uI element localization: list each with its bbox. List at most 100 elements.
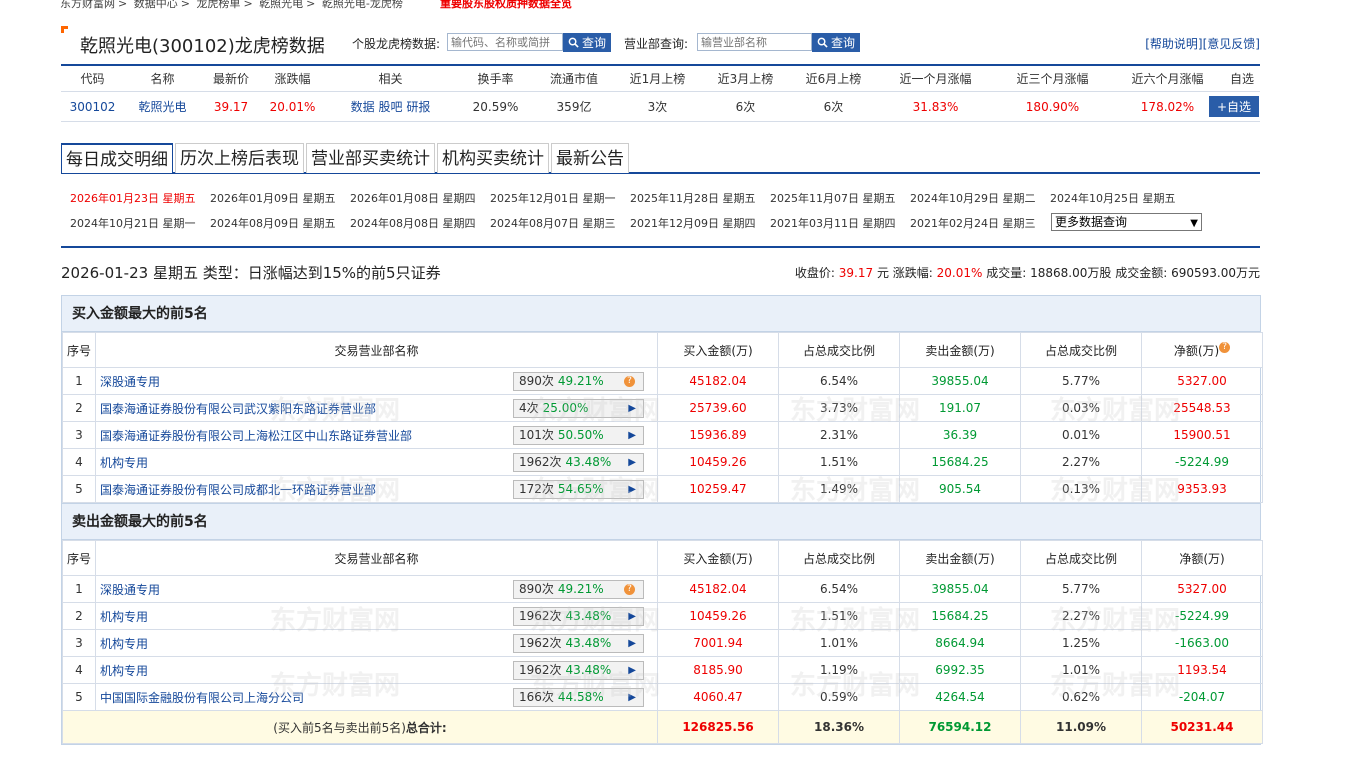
dept-search-label: 营业部查询: (624, 37, 689, 51)
row-index: 2 (62, 602, 96, 630)
date-link[interactable]: 2024年08月09日 星期五 (210, 215, 350, 231)
related-data-link[interactable]: 数据 (351, 100, 375, 114)
date-link[interactable]: 2026年01月08日 星期四 (350, 190, 490, 206)
date-link[interactable]: 2021年12月09日 星期四 (630, 215, 770, 231)
summary-header: 近1月上榜 (629, 72, 686, 86)
tab-dept-stats[interactable]: 营业部买卖统计 (306, 143, 435, 173)
date-link[interactable]: 2026年01月09日 星期五 (210, 190, 350, 206)
play-arrow-icon[interactable]: ▶ (628, 635, 636, 652)
add-watchlist-button[interactable]: +自选 (1208, 96, 1260, 117)
related-report-link[interactable]: 研报 (406, 100, 430, 114)
summary-header: 近6月上榜 (805, 72, 862, 86)
dept-name-link[interactable]: 机构专用 (100, 637, 148, 651)
date-link[interactable]: 2024年10月25日 星期五 (1050, 190, 1190, 206)
tab-announcements[interactable]: 最新公告 (551, 143, 629, 173)
sell-ratio: 5.77% (1020, 575, 1142, 603)
change-percent: 20.01% (269, 99, 316, 114)
col-header: 序号 (62, 540, 96, 576)
sell-ratio: 0.62% (1020, 683, 1142, 711)
row-index: 2 (62, 394, 96, 422)
close-label: 收盘价: (794, 266, 835, 280)
corner-mark (61, 26, 68, 33)
dept-cell: 国泰海通证券股份有限公司上海松江区中山东路证券营业部 101次 50.50% ▶ (95, 421, 658, 449)
dept-search-input[interactable] (697, 33, 812, 51)
date-link[interactable]: 2025年11月07日 星期五 (770, 190, 910, 206)
help-icon[interactable]: ? (1219, 341, 1231, 353)
dept-history-box[interactable]: 1962次 43.48% ▶ (513, 607, 644, 626)
dept-history-box[interactable]: 1962次 43.48% ▶ (513, 453, 644, 472)
date-link[interactable]: 2024年10月21日 星期一 (70, 215, 210, 231)
feedback-link[interactable]: [意见反馈] (1203, 37, 1260, 51)
col-header: 净额(万) (1141, 540, 1263, 576)
stock-search-button-label: 查询 (582, 36, 607, 50)
dept-search-button-label: 查询 (831, 36, 856, 50)
play-arrow-icon[interactable]: ▶ (628, 400, 636, 417)
dept-history-box[interactable]: 1962次 43.48% ▶ (513, 634, 644, 653)
play-arrow-icon[interactable]: ▶ (628, 481, 636, 498)
dept-history-box[interactable]: 166次 44.58% ▶ (513, 688, 644, 707)
stock-name-link[interactable]: 乾照光电 (124, 98, 201, 115)
dept-cell: 机构专用 1962次 43.48% ▶ (95, 448, 658, 476)
date-link[interactable]: 2025年12月01日 星期一 (490, 190, 630, 206)
tab-history-performance[interactable]: 历次上榜后表现 (175, 143, 304, 173)
amt-value: 690593.00万元 (1171, 266, 1260, 280)
dept-name-link[interactable]: 机构专用 (100, 610, 148, 624)
play-arrow-icon[interactable]: ▶ (628, 454, 636, 471)
related-guba-link[interactable]: 股吧 (378, 100, 402, 114)
dept-name-link[interactable]: 机构专用 (100, 456, 148, 470)
table-row: 3 国泰海通证券股份有限公司上海松江区中山东路证券营业部 101次 50.50% ▶ 15… (62, 421, 1263, 449)
chevron-down-icon: ▼ (1190, 218, 1198, 229)
help-link[interactable]: [帮助说明] (1145, 37, 1202, 51)
dept-name-link[interactable]: 国泰海通证券股份有限公司武汉紫阳东路证券营业部 (100, 402, 376, 416)
dept-name-link[interactable]: 深股通专用 (100, 375, 160, 389)
dept-name-link[interactable]: 深股通专用 (100, 583, 160, 597)
dept-history-box[interactable]: 1962次 43.48% ▶ (513, 661, 644, 680)
stock-search-input[interactable] (447, 33, 563, 51)
dept-search-button[interactable]: 查询 (812, 33, 861, 52)
summary-header: 名称 (150, 72, 175, 86)
day-market-info: 收盘价: 39.17 元 涨跌幅: 20.01% 成交量: 18868.00万股… (795, 264, 1260, 281)
play-arrow-icon[interactable]: ▶ (628, 689, 636, 706)
tab-institution-stats[interactable]: 机构买卖统计 (437, 143, 549, 173)
date-link[interactable]: 2024年08月07日 星期三 (490, 215, 630, 231)
dept-history-box[interactable]: 172次 54.65% ▶ (513, 480, 644, 499)
dept-history-box[interactable]: 890次 49.21%? (513, 372, 644, 391)
dept-history-box[interactable]: 101次 50.50% ▶ (513, 426, 644, 445)
stock-code-link[interactable]: 300102 (61, 100, 124, 114)
dept-name-link[interactable]: 国泰海通证券股份有限公司上海松江区中山东路证券营业部 (100, 429, 412, 443)
latest-price: 39.17 (213, 99, 249, 114)
sell-amount: 905.54 (899, 475, 1021, 503)
date-link[interactable]: 2025年11月28日 星期五 (630, 190, 770, 206)
table-row: 3 机构专用 1962次 43.48% ▶ 7001.94 1.01% 8664.94 1.25… (62, 629, 1263, 657)
dept-history-box[interactable]: 890次 49.21%? (513, 580, 644, 599)
dept-cell: 国泰海通证券股份有限公司成都北一环路证券营业部 172次 54.65% ▶ (95, 475, 658, 503)
dept-history-box[interactable]: 4次 25.00% ▶ (513, 399, 644, 418)
hot-link[interactable]: 重要股东股权质押数据全览 (440, 0, 572, 11)
help-icon[interactable]: ? (624, 584, 635, 595)
summary-header-row: 代码 名称 最新价 涨跌幅 相关 换手率 流通市值 近1月上榜 近3月上榜 近6… (61, 64, 1260, 92)
dept-name-link[interactable]: 国泰海通证券股份有限公司成都北一环路证券营业部 (100, 483, 376, 497)
breadcrumb-item[interactable]: 龙虎榜单 (196, 0, 240, 10)
dept-cell: 机构专用 1962次 43.48% ▶ (95, 656, 658, 684)
breadcrumb-item[interactable]: 数据中心 (134, 0, 178, 10)
dept-name-link[interactable]: 机构专用 (100, 664, 148, 678)
play-arrow-icon[interactable]: ▶ (628, 662, 636, 679)
summary-header: 近六个月涨幅 (1131, 72, 1204, 86)
date-link[interactable]: 2024年10月29日 星期二 (910, 190, 1050, 206)
breadcrumb-item[interactable]: 东方财富网 (60, 0, 115, 10)
help-icon[interactable]: ? (624, 376, 635, 387)
col-header: 卖出金额(万) (899, 540, 1021, 576)
dept-name-link[interactable]: 中国国际金融股份有限公司上海分公司 (100, 691, 304, 705)
date-link[interactable]: 2026年01月23日 星期五 (70, 190, 210, 206)
col-header: 占总成交比例 (778, 332, 900, 368)
date-link[interactable]: 2021年03月11日 星期四 (770, 215, 910, 231)
play-arrow-icon[interactable]: ▶ (628, 427, 636, 444)
tab-daily-detail[interactable]: 每日成交明细 (61, 143, 173, 173)
date-link[interactable]: 2024年08月08日 星期四 (350, 215, 490, 231)
more-data-select[interactable]: 更多数据查询 ▼ (1051, 213, 1202, 231)
stock-search-button[interactable]: 查询 (563, 33, 612, 52)
breadcrumb-item[interactable]: 乾照光电 (259, 0, 303, 10)
play-arrow-icon[interactable]: ▶ (628, 608, 636, 625)
net-amount: -204.07 (1141, 683, 1263, 711)
date-link[interactable]: 2021年02月24日 星期三 (910, 215, 1050, 231)
